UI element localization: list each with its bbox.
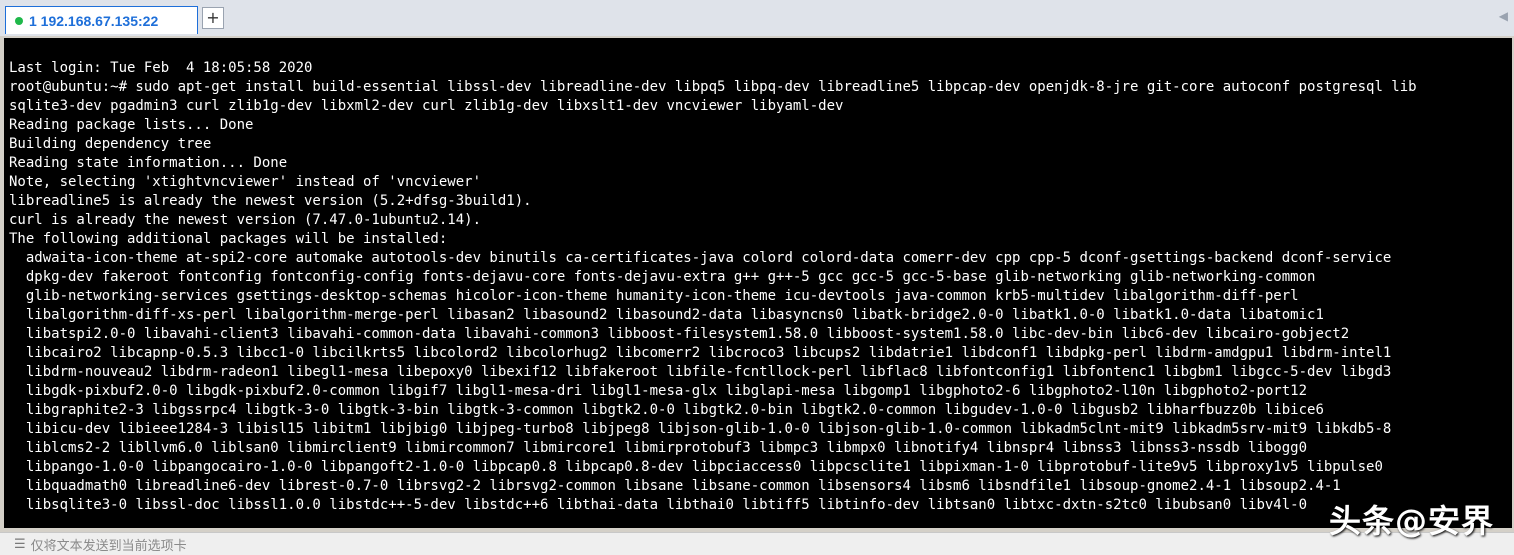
- send-menu-icon[interactable]: ☰: [14, 537, 26, 552]
- terminal-line: Last login: Tue Feb 4 18:05:58 2020: [9, 60, 313, 76]
- terminal-line: adwaita-icon-theme at-spi2-core automake…: [9, 250, 1392, 266]
- terminal-line: liblcms2-2 libllvm6.0 liblsan0 libmircli…: [9, 440, 1308, 456]
- terminal-line: Building dependency tree: [9, 136, 212, 152]
- terminal-line: libicu-dev libieee1284-3 libisl15 libitm…: [9, 421, 1392, 437]
- terminal-line: libdrm-nouveau2 libdrm-radeon1 libegl1-m…: [9, 364, 1392, 380]
- tab-scroll-left-icon[interactable]: ◀: [1499, 9, 1508, 23]
- session-tab-label: 1 192.168.67.135:22: [29, 12, 159, 29]
- terminal-line: sqlite3-dev pgadmin3 curl zlib1g-dev lib…: [9, 98, 844, 114]
- terminal-line: Reading package lists... Done: [9, 117, 254, 133]
- watermark-logo: 头条@安界: [1328, 502, 1494, 540]
- terminal-line: glib-networking-services gsettings-deskt…: [9, 288, 1299, 304]
- terminal-line: libalgorithm-diff-xs-perl libalgorithm-m…: [9, 307, 1324, 323]
- terminal-line: libatspi2.0-0 libavahi-client3 libavahi-…: [9, 326, 1350, 342]
- terminal-line: dpkg-dev fakeroot fontconfig fontconfig-…: [9, 269, 1316, 285]
- terminal-output[interactable]: Last login: Tue Feb 4 18:05:58 2020 root@…: [4, 38, 1512, 528]
- terminal-line: libcairo2 libcapnp-0.5.3 libcc1-0 libcil…: [9, 345, 1392, 361]
- terminal-line: Reading state information... Done: [9, 155, 288, 171]
- new-tab-button[interactable]: +: [202, 7, 224, 29]
- session-tab[interactable]: 1 192.168.67.135:22: [5, 6, 198, 34]
- terminal-line: libsqlite3-0 libssl-doc libssl1.0.0 libs…: [9, 497, 1308, 513]
- terminal-line: libpango-1.0-0 libpangocairo-1.0-0 libpa…: [9, 459, 1383, 475]
- terminal-line: Note, selecting 'xtightvncviewer' instea…: [9, 174, 482, 190]
- tab-bar: 1 192.168.67.135:22 + ◀: [0, 0, 1514, 36]
- connection-status-icon: [15, 16, 23, 25]
- send-text-placeholder: 仅将文本发送到当前选项卡: [30, 538, 187, 554]
- terminal-line: curl is already the newest version (7.47…: [9, 212, 482, 228]
- terminal-line: root@ubuntu:~# sudo apt-get install buil…: [9, 79, 1417, 95]
- terminal-line: libreadline5 is already the newest versi…: [9, 193, 532, 209]
- send-text-bar[interactable]: ☰ 仅将文本发送到当前选项卡: [0, 532, 1514, 555]
- terminal-line: libgraphite2-3 libgssrpc4 libgtk-3-0 lib…: [9, 402, 1324, 418]
- terminal-line: libquadmath0 libreadline6-dev librest-0.…: [9, 478, 1341, 494]
- terminal-line: The following additional packages will b…: [9, 231, 448, 247]
- terminal-line: libgdk-pixbuf2.0-0 libgdk-pixbuf2.0-comm…: [9, 383, 1308, 399]
